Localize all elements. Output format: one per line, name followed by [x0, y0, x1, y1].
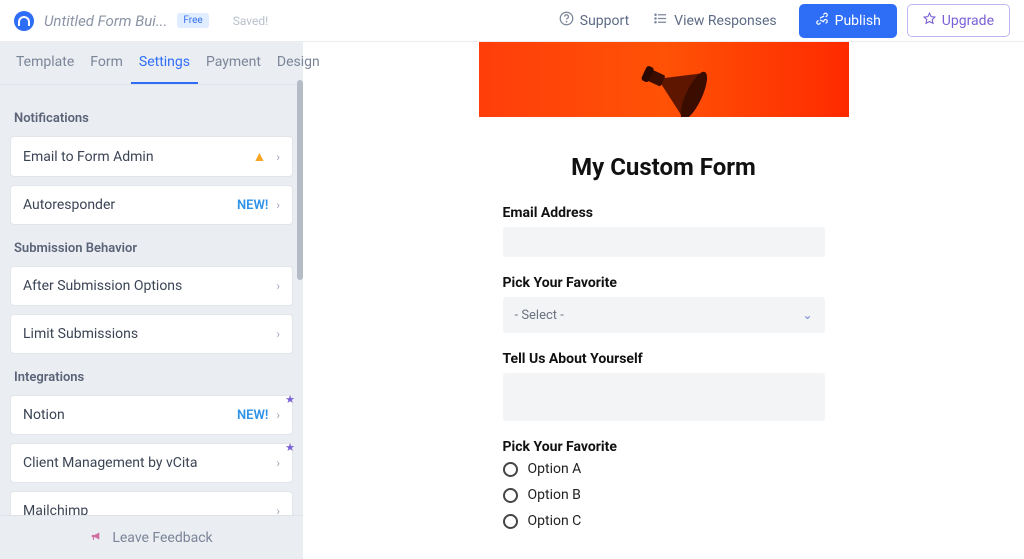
- support-button[interactable]: Support: [547, 5, 641, 36]
- new-badge: NEW!: [237, 198, 268, 213]
- setting-label: Notion: [23, 407, 65, 423]
- favorite-label: Pick Your Favorite: [503, 275, 825, 291]
- chevron-right-icon: ›: [276, 150, 280, 164]
- radio-option-label: Option C: [528, 513, 582, 529]
- star-corner-icon: ★: [285, 441, 295, 454]
- megaphone-icon: [90, 529, 104, 547]
- radio-option-label: Option B: [528, 487, 581, 503]
- setting-label: Mailchimp: [23, 503, 88, 515]
- about-field[interactable]: [503, 373, 825, 421]
- radio-label: Pick Your Favorite: [503, 439, 825, 455]
- setting-after-submission[interactable]: After Submission Options ›: [10, 266, 293, 306]
- radio-option-c[interactable]: Option C: [503, 513, 825, 529]
- section-notifications: Notifications: [14, 111, 289, 126]
- warning-icon: ▲: [253, 148, 267, 165]
- chevron-right-icon: ›: [276, 408, 280, 422]
- section-integrations: Integrations: [14, 370, 289, 385]
- sidebar-tabs: Template Form Settings Payment Design: [0, 42, 303, 85]
- setting-limit-submissions[interactable]: Limit Submissions ›: [10, 314, 293, 354]
- share-icon: [815, 12, 829, 30]
- publish-label: Publish: [835, 13, 881, 29]
- upgrade-button[interactable]: Upgrade: [907, 4, 1010, 37]
- setting-label: Autoresponder: [23, 197, 115, 213]
- section-submission: Submission Behavior: [14, 241, 289, 256]
- radio-group: Option A Option B Option C: [503, 461, 825, 529]
- form-title: Untitled Form Bui...: [44, 12, 167, 30]
- publish-button[interactable]: Publish: [799, 4, 897, 38]
- select-placeholder: - Select -: [515, 308, 564, 323]
- tab-settings[interactable]: Settings: [131, 42, 198, 84]
- setting-label: Limit Submissions: [23, 326, 138, 342]
- feedback-label: Leave Feedback: [112, 530, 212, 546]
- save-status: Saved!: [233, 14, 269, 28]
- hero-image: [479, 42, 849, 117]
- star-corner-icon: ★: [285, 393, 295, 406]
- setting-label: Client Management by vCita: [23, 455, 197, 471]
- radio-icon: [503, 462, 518, 477]
- tab-payment[interactable]: Payment: [198, 42, 269, 84]
- chevron-right-icon: ›: [276, 327, 280, 341]
- email-field[interactable]: [503, 227, 825, 257]
- top-bar: Untitled Form Bui... Free Saved! Support…: [0, 0, 1024, 42]
- radio-option-a[interactable]: Option A: [503, 461, 825, 477]
- radio-option-b[interactable]: Option B: [503, 487, 825, 503]
- plan-badge: Free: [177, 13, 208, 28]
- setting-mailchimp[interactable]: Mailchimp ›: [10, 491, 293, 515]
- form-canvas: My Custom Form Email Address Pick Your F…: [303, 42, 1024, 559]
- chevron-right-icon: ›: [276, 198, 280, 212]
- help-icon: [559, 11, 574, 30]
- chevron-right-icon: ›: [276, 456, 280, 470]
- email-label: Email Address: [503, 205, 825, 221]
- view-responses-label: View Responses: [674, 13, 776, 29]
- tab-template[interactable]: Template: [8, 42, 82, 84]
- settings-sidebar: Template Form Settings Payment Design No…: [0, 42, 303, 559]
- support-label: Support: [580, 13, 629, 29]
- list-icon: [653, 11, 668, 30]
- setting-email-admin[interactable]: Email to Form Admin ▲ ›: [10, 136, 293, 177]
- star-icon: [923, 12, 936, 29]
- preview-form-title: My Custom Form: [503, 153, 825, 181]
- setting-label: Email to Form Admin: [23, 149, 154, 165]
- favorite-select[interactable]: - Select - ⌄: [503, 297, 825, 333]
- setting-autoresponder[interactable]: Autoresponder NEW! ›: [10, 185, 293, 225]
- radio-option-label: Option A: [528, 461, 582, 477]
- tab-form[interactable]: Form: [82, 42, 131, 84]
- leave-feedback-button[interactable]: Leave Feedback: [0, 515, 303, 559]
- setting-label: After Submission Options: [23, 278, 182, 294]
- chevron-down-icon: ⌄: [802, 308, 812, 322]
- view-responses-button[interactable]: View Responses: [641, 5, 788, 36]
- setting-notion[interactable]: Notion NEW! › ★: [10, 395, 293, 435]
- radio-icon: [503, 488, 518, 503]
- scrollbar[interactable]: [297, 42, 303, 559]
- setting-vcita[interactable]: Client Management by vCita › ★: [10, 443, 293, 483]
- sidebar-scroll: Notifications Email to Form Admin ▲ › Au…: [0, 85, 303, 515]
- new-badge: NEW!: [237, 408, 268, 423]
- chevron-right-icon: ›: [276, 279, 280, 293]
- form-preview: My Custom Form Email Address Pick Your F…: [479, 42, 849, 559]
- scrollbar-thumb[interactable]: [297, 80, 303, 280]
- about-label: Tell Us About Yourself: [503, 351, 825, 367]
- chevron-right-icon: ›: [276, 504, 280, 515]
- upgrade-label: Upgrade: [942, 13, 994, 29]
- app-logo-icon: [14, 11, 34, 31]
- radio-icon: [503, 514, 518, 529]
